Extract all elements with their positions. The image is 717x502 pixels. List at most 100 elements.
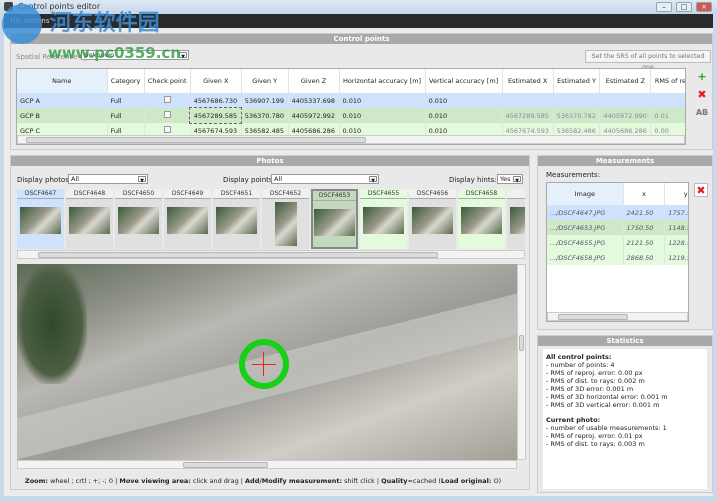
add-point-icon[interactable]: +: [695, 70, 709, 84]
cell-category: Full: [107, 93, 145, 108]
photo-thumbnail[interactable]: DSCF4652: [262, 189, 309, 249]
column-header[interactable]: Estimated Z: [599, 69, 652, 93]
statistics-content: All control points: - number of points: …: [543, 349, 707, 489]
table-row[interactable]: GCP A Full 4567686.730 536907.199 4405337.69…: [17, 93, 685, 108]
thumbnail-label: DSCF4650: [115, 189, 162, 199]
control-points-table: Name Category Check point Given X Given Y Giv…: [16, 68, 686, 145]
display-points-value: All: [274, 175, 283, 183]
viewer-horizontal-scrollbar[interactable]: [17, 460, 517, 469]
column-header[interactable]: Check point: [144, 69, 191, 93]
column-header[interactable]: Name: [17, 69, 108, 93]
column-header[interactable]: Estimated X: [502, 69, 554, 93]
cell-gz: 4405972.992: [288, 108, 340, 123]
cell-gx: 4567686.730: [190, 93, 242, 108]
cell-x: 1750.50: [623, 220, 666, 235]
table-row[interactable]: GCP B Full 4567289.585 536370.780 4405972.99…: [17, 107, 685, 124]
delete-point-icon[interactable]: ✖: [695, 88, 709, 102]
watermark-url: www.pc0359.cn: [48, 44, 181, 62]
table-row[interactable]: .../DSCF4655.JPG2121.501228.50: [547, 235, 688, 250]
cell-va: 0.010: [425, 108, 503, 123]
help-zoom: wheel ; crtl ; +; -; 0 |: [48, 477, 120, 485]
measurements-scrollbar[interactable]: [547, 312, 688, 321]
display-photos-select[interactable]: All ▼: [68, 174, 148, 184]
table-row[interactable]: .../DSCF4658.JPG2868.501219.50: [547, 250, 688, 265]
column-header[interactable]: x: [623, 183, 666, 205]
cell-name: GCP A: [17, 93, 108, 108]
column-header[interactable]: Given X: [190, 69, 242, 93]
close-button[interactable]: ×: [696, 2, 712, 12]
column-header[interactable]: RMS of re error [p: [650, 69, 685, 93]
display-points-select[interactable]: All ▼: [271, 174, 379, 184]
table-row[interactable]: .../DSCF4653.JPG1750.501148.50: [547, 220, 688, 235]
column-header[interactable]: Given Z: [288, 69, 340, 93]
all-points-title: All control points:: [546, 353, 612, 361]
photo-thumbnail[interactable]: DSCF4655: [360, 189, 407, 249]
column-header[interactable]: y: [664, 183, 688, 205]
stat-line: - RMS of dist. to rays: 0.003 m: [546, 440, 645, 448]
column-header[interactable]: Category: [107, 69, 145, 93]
cell-category: Full: [107, 108, 145, 123]
cell-y: 1757.50: [664, 205, 688, 220]
cell-x: 2121.50: [623, 235, 666, 250]
stat-line: - RMS of 3D horizontal error: 0.001 m: [546, 393, 668, 401]
maximize-button[interactable]: □: [676, 2, 692, 12]
watermark: 河东软件园: [2, 4, 160, 44]
thumbnail-label: DSCF4648: [66, 189, 113, 199]
cell-ez: 4405972.990: [599, 108, 652, 123]
photo-thumbnail[interactable]: DSCF4650: [115, 189, 162, 249]
cell-ex: 4567289.585: [502, 108, 554, 123]
thumbnail-image: [510, 207, 525, 234]
photo-thumbnail[interactable]: DSCF4647: [17, 189, 64, 249]
minimize-button[interactable]: –: [656, 2, 672, 12]
stat-line: - RMS of reproj. error: 0.00 px: [546, 369, 643, 377]
cell-ex: [502, 93, 554, 108]
display-hints-select[interactable]: Yes ▼: [497, 174, 523, 184]
cell-x: 2421.50: [623, 205, 666, 220]
column-header[interactable]: Horizontal accuracy [m]: [339, 69, 426, 93]
photo-strip-scrollbar[interactable]: [17, 250, 525, 259]
photos-header: Photos: [11, 156, 529, 166]
photo-thumbnail[interactable]: DS: [507, 189, 525, 249]
photo-thumbnail[interactable]: DSCF4653: [311, 189, 358, 249]
stat-line: - number of points: 4: [546, 361, 615, 369]
help-text: Zoom: wheel ; crtl ; +; -; 0 | Move view…: [25, 477, 501, 485]
help-load: O): [491, 477, 502, 485]
thumbnail-image: [461, 207, 502, 234]
stat-line: - number of usable measurements: 1: [546, 424, 667, 432]
photo-thumbnail[interactable]: DSCF4656: [409, 189, 456, 249]
delete-measurement-icon[interactable]: ✖: [694, 183, 708, 197]
photo-thumbnail[interactable]: DSCF4648: [66, 189, 113, 249]
column-header[interactable]: Image: [547, 183, 624, 205]
current-photo-title: Current photo:: [546, 416, 601, 424]
thumbnail-image: [20, 207, 61, 234]
cell-image: .../DSCF4655.JPG: [547, 235, 624, 250]
column-header[interactable]: Given Y: [241, 69, 289, 93]
photo-thumbnail[interactable]: DSCF4649: [164, 189, 211, 249]
cp-horizontal-scrollbar[interactable]: [17, 135, 685, 144]
check-point-checkbox[interactable]: [163, 111, 171, 118]
column-header[interactable]: Estimated Y: [553, 69, 601, 93]
thumbnail-label: DSCF4652: [262, 189, 309, 199]
cell-ey: [553, 93, 601, 108]
cell-gz: 4405337.698: [288, 93, 340, 108]
viewer-vertical-scrollbar[interactable]: [517, 264, 526, 460]
photo-thumbnail[interactable]: DSCF4658: [458, 189, 505, 249]
photo-viewer[interactable]: [17, 264, 517, 460]
stat-line: - RMS of reproj. error: 0.01 px: [546, 432, 643, 440]
cell-name: GCP B: [17, 108, 108, 123]
help-add: shift click |: [342, 477, 382, 485]
help-move: click and drag |: [190, 477, 246, 485]
check-point-checkbox[interactable]: [163, 96, 171, 103]
set-srs-button[interactable]: Set the SRS of all points to selected on…: [585, 50, 711, 71]
rename-point-icon[interactable]: AB: [695, 106, 709, 120]
display-hints-value: Yes: [500, 175, 511, 183]
photo-thumbnail[interactable]: DSCF4651: [213, 189, 260, 249]
statistics-panel: Statistics All control points: - number …: [537, 335, 713, 493]
help-move-label: Move viewing area:: [119, 477, 191, 485]
table-row[interactable]: .../DSCF4647.JPG2421.501757.50: [547, 205, 688, 220]
statistics-header: Statistics: [538, 336, 712, 346]
check-point-checkbox[interactable]: [163, 126, 171, 133]
column-header[interactable]: Vertical accuracy [m]: [425, 69, 503, 93]
thumbnail-image: [314, 209, 355, 236]
display-points-label: Display points:: [223, 176, 275, 184]
